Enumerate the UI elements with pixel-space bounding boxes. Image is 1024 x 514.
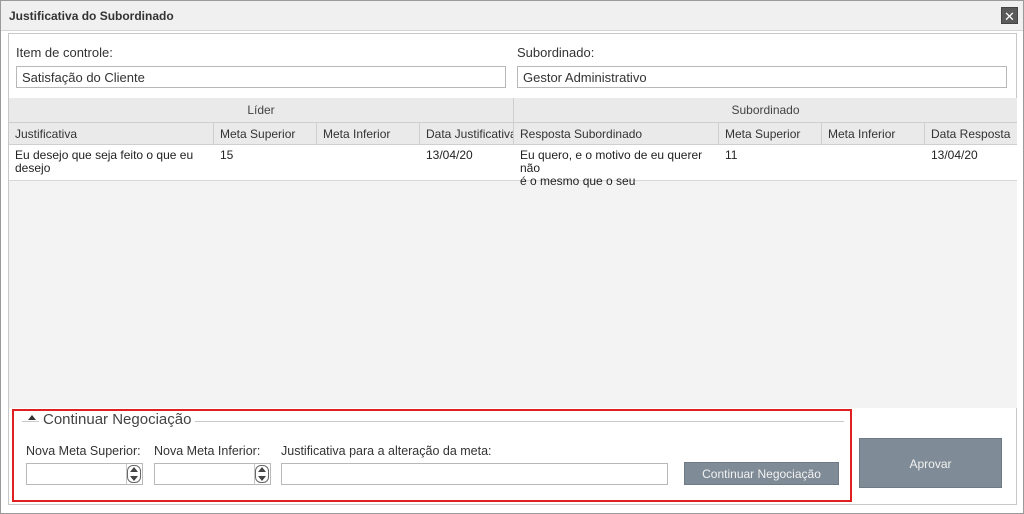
- negotiation-header[interactable]: Continuar Negociação: [39, 411, 196, 428]
- cell-justificativa: Eu desejo que seja feito o que eu desejo: [9, 149, 214, 175]
- stepper-arrows[interactable]: [126, 464, 142, 484]
- item-controle-label: Item de controle:: [16, 45, 113, 60]
- nova-meta-superior-label: Nova Meta Superior:: [26, 444, 141, 458]
- subordinado-field[interactable]: [517, 66, 1007, 88]
- column-header-sub-meta-inferior[interactable]: Meta Inferior: [822, 123, 925, 145]
- nova-meta-superior-input[interactable]: [27, 464, 122, 484]
- stepper-down-icon[interactable]: [130, 476, 138, 481]
- collapse-triangle-icon[interactable]: [28, 415, 36, 420]
- stepper-up-icon[interactable]: [258, 467, 266, 472]
- cell-resposta-line2: é o mesmo que o seu: [520, 174, 636, 188]
- cell-data-resposta: 13/04/20: [931, 148, 978, 162]
- justification-grid: Líder Subordinado Justificativa Meta Sup…: [9, 98, 1017, 408]
- justificativa-alteracao-label: Justificativa para a alteração da meta:: [281, 444, 492, 458]
- nova-meta-inferior-label: Nova Meta Inferior:: [154, 444, 261, 458]
- cell-justificativa-line2: desejo: [15, 161, 51, 175]
- table-row[interactable]: Eu desejo que seja feito o que eu desejo…: [9, 145, 1017, 188]
- column-header-meta-superior[interactable]: Meta Superior: [214, 123, 317, 145]
- cell-meta-superior: 15: [220, 148, 234, 162]
- cell-resposta-line1: Eu quero, e o motivo de eu querer não: [520, 148, 703, 175]
- column-header-data-justificativa[interactable]: Data Justificativa: [420, 123, 514, 145]
- column-header-justificativa[interactable]: Justificativa: [9, 123, 214, 145]
- nova-meta-superior-stepper[interactable]: [26, 463, 143, 485]
- justificativa-alteracao-input[interactable]: [281, 463, 668, 485]
- cell-data-justificativa: 13/04/20: [426, 148, 473, 162]
- group-header-subordinado: Subordinado: [514, 98, 1017, 123]
- stepper-up-icon[interactable]: [130, 467, 138, 472]
- dialog-window: Justificativa do Subordinado ✕ Item de c…: [0, 0, 1024, 514]
- stepper-arrows[interactable]: [254, 464, 270, 484]
- window-title: Justificativa do Subordinado: [9, 9, 174, 23]
- nova-meta-inferior-input[interactable]: [155, 464, 250, 484]
- title-bar: Justificativa do Subordinado ✕: [1, 1, 1023, 31]
- nova-meta-inferior-stepper[interactable]: [154, 463, 271, 485]
- continuar-negociacao-button[interactable]: Continuar Negociação: [684, 462, 839, 485]
- column-header-sub-meta-superior[interactable]: Meta Superior: [719, 123, 822, 145]
- subordinado-label: Subordinado:: [517, 45, 595, 60]
- cell-resposta-subordinado: Eu quero, e o motivo de eu querer não é …: [514, 149, 719, 188]
- item-controle-field[interactable]: [16, 66, 506, 88]
- column-header-meta-inferior[interactable]: Meta Inferior: [317, 123, 420, 145]
- aprovar-button[interactable]: Aprovar: [859, 438, 1002, 488]
- close-icon[interactable]: ✕: [1001, 7, 1018, 24]
- column-header-resposta-subordinado[interactable]: Resposta Subordinado: [514, 123, 719, 145]
- group-header-lider: Líder: [9, 98, 514, 123]
- stepper-down-icon[interactable]: [258, 476, 266, 481]
- cell-sub-meta-superior: 11: [725, 148, 738, 162]
- column-header-data-resposta[interactable]: Data Resposta: [925, 123, 1017, 145]
